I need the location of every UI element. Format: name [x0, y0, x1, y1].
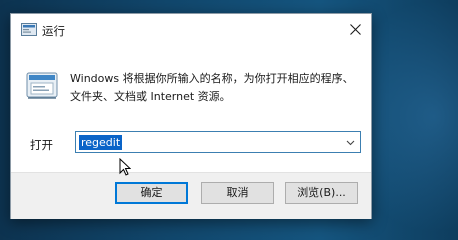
- open-label: 打开: [30, 138, 53, 152]
- run-illustration-icon: [26, 72, 58, 99]
- browse-button[interactable]: 浏览(B)...: [285, 182, 358, 204]
- run-app-icon: [21, 23, 37, 36]
- run-dialog: 运行 Windows 将根据你所输入的名称，为你打开相应的程序、文件夹、文档或 …: [10, 13, 372, 219]
- cancel-button[interactable]: 取消: [201, 182, 274, 204]
- mouse-cursor-icon: [119, 158, 131, 176]
- window-title: 运行: [42, 24, 65, 38]
- open-input-value[interactable]: regedit: [79, 135, 123, 150]
- run-description: Windows 将根据你所输入的名称，为你打开相应的程序、文件夹、文档或 Int…: [70, 72, 354, 103]
- title-bar[interactable]: 运行: [11, 14, 371, 44]
- dialog-body: Windows 将根据你所输入的名称，为你打开相应的程序、文件夹、文档或 Int…: [11, 44, 371, 172]
- close-button[interactable]: [339, 14, 371, 44]
- ok-button[interactable]: 确定: [115, 182, 188, 204]
- close-icon: [349, 23, 361, 35]
- open-combobox[interactable]: regedit: [75, 131, 361, 153]
- button-bar: 确定 取消 浏览(B)...: [11, 172, 371, 219]
- chevron-down-icon[interactable]: [346, 138, 355, 147]
